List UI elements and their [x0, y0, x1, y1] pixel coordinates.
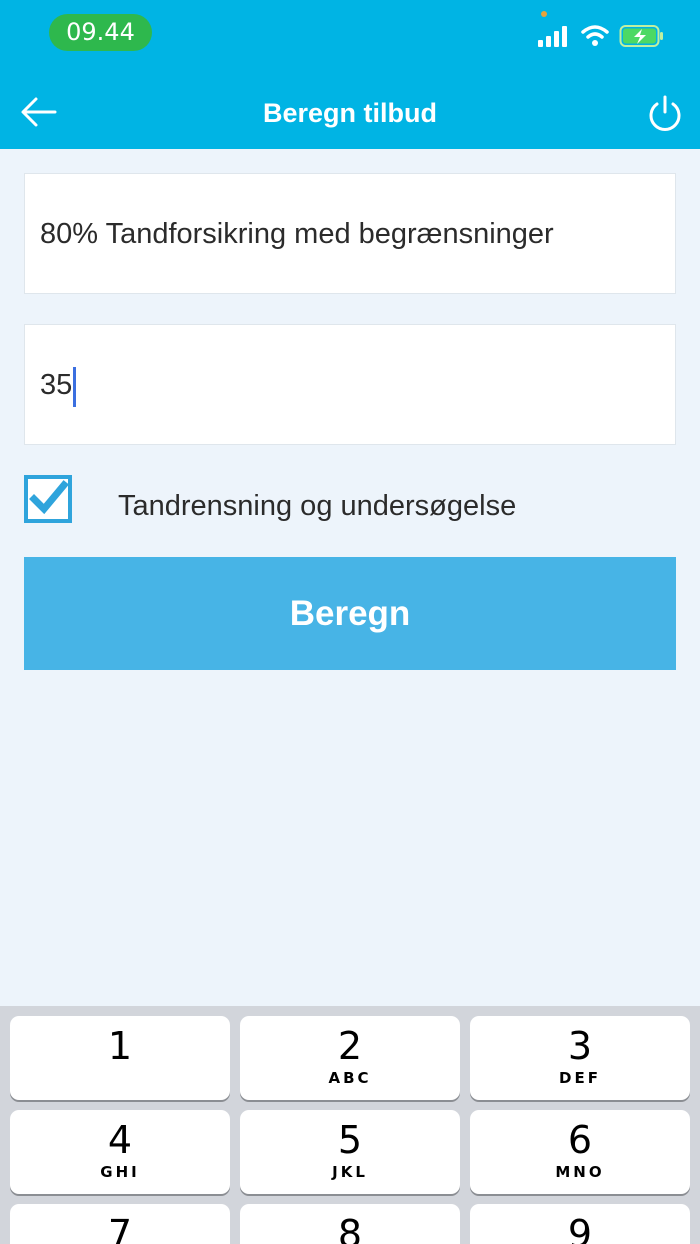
cleaning-checkbox[interactable] — [24, 475, 72, 523]
calculate-button[interactable]: Beregn — [24, 557, 676, 670]
wifi-icon — [581, 25, 609, 46]
age-input-value: 35 — [40, 369, 73, 401]
product-field[interactable]: 80% Tandforsikring med begrænsninger — [24, 173, 676, 294]
key-9[interactable]: 9 — [470, 1204, 690, 1244]
app-bar: 09.44 Beregn tilbud — [0, 0, 700, 149]
text-cursor — [73, 367, 77, 407]
status-time: 09.44 — [49, 14, 152, 51]
signal-icon — [538, 26, 567, 47]
key-7[interactable]: 7 — [10, 1204, 230, 1244]
privacy-indicator-icon — [541, 11, 547, 17]
checkbox-label: Tandrensning og undersøgelse — [118, 490, 517, 522]
product-field-value: 80% Tandforsikring med begrænsninger — [40, 218, 554, 250]
key-2[interactable]: 2 ABC — [240, 1016, 460, 1100]
key-3[interactable]: 3 DEF — [470, 1016, 690, 1100]
power-icon[interactable] — [645, 94, 685, 134]
key-6[interactable]: 6 MNO — [470, 1110, 690, 1194]
key-4[interactable]: 4 GHI — [10, 1110, 230, 1194]
battery-charging-icon — [619, 25, 663, 47]
page-title: Beregn tilbud — [263, 98, 437, 128]
age-input[interactable]: 35 — [24, 324, 676, 445]
numeric-keyboard: 1 2 ABC 3 DEF 4 GHI 5 JKL 6 MNO 7 8 9 — [0, 1006, 700, 1244]
key-5[interactable]: 5 JKL — [240, 1110, 460, 1194]
checkmark-icon — [29, 480, 69, 515]
key-8[interactable]: 8 — [240, 1204, 460, 1244]
key-1[interactable]: 1 — [10, 1016, 230, 1100]
